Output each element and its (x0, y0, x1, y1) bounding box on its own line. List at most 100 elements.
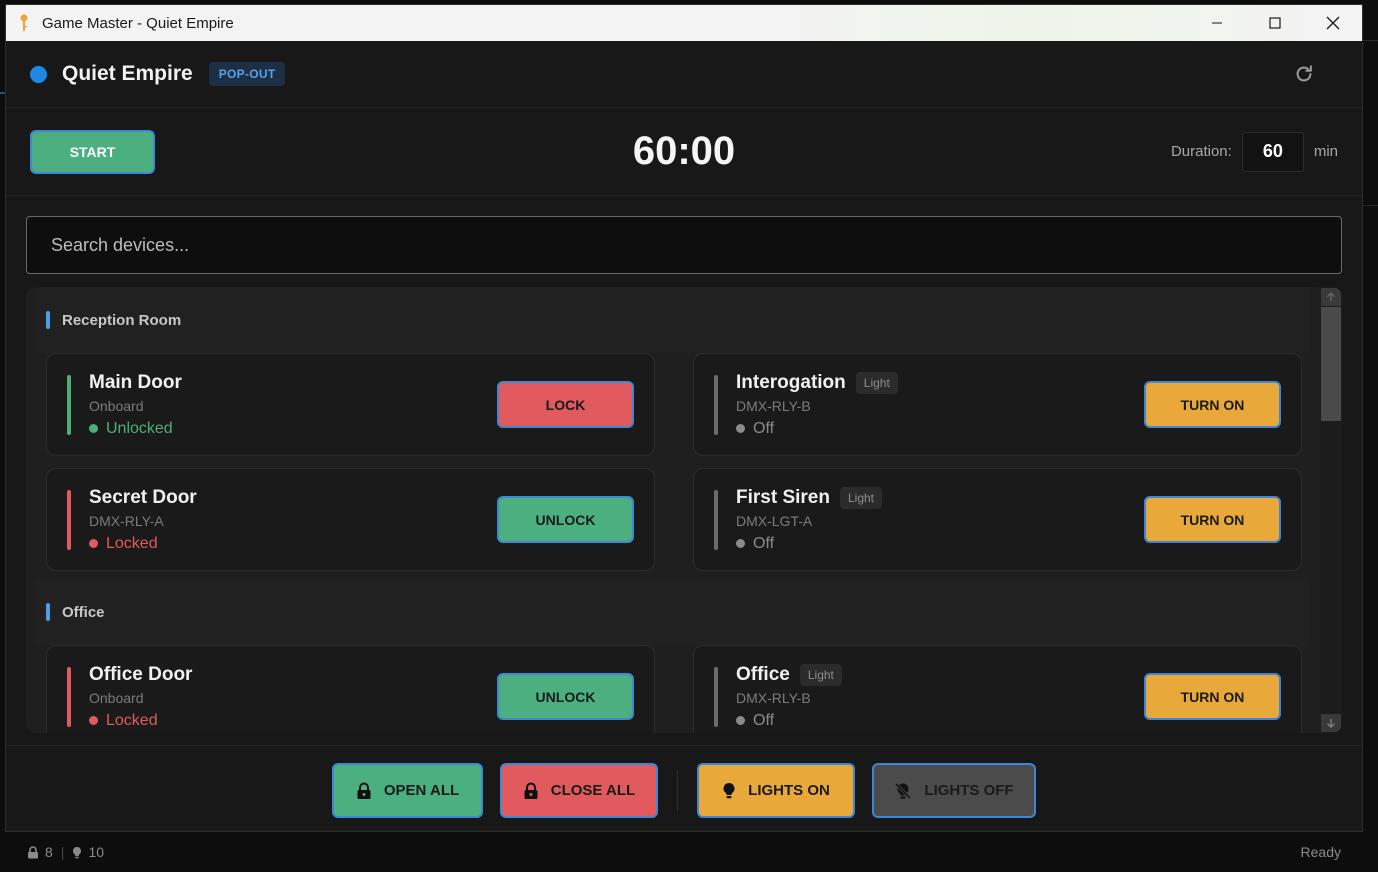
device-name: Main Door (89, 371, 182, 393)
duration-unit: min (1313, 143, 1338, 160)
refresh-button[interactable] (1292, 62, 1316, 86)
device-name: Secret Door (89, 486, 197, 508)
device-card-first-siren: First Siren Light DMX-LGT-A Off TURN ON (693, 468, 1302, 571)
lights-on-label: LIGHTS ON (748, 782, 830, 799)
status-accent (67, 374, 71, 435)
lightbulb-off-icon (895, 782, 912, 799)
device-name: Office (736, 663, 790, 685)
close-icon (1326, 16, 1340, 30)
status-dot (89, 539, 98, 548)
arrow-down-icon (1327, 719, 1335, 728)
device-source: DMX-LGT-A (736, 512, 813, 529)
device-name: Office Door (89, 663, 193, 685)
status-dot (736, 539, 745, 548)
unlock-button[interactable]: UNLOCK (497, 496, 634, 543)
duration-label: Duration: (1170, 143, 1232, 160)
key-icon (6, 14, 42, 32)
device-card-office-light: Office Light DMX-RLY-B Off TURN ON (693, 645, 1302, 733)
timer-bar: START 60:00 Duration: min (6, 108, 1362, 196)
device-status: Locked (89, 535, 497, 553)
duration-input[interactable] (1241, 131, 1304, 172)
status-text: Ready (1300, 844, 1341, 860)
turn-on-button[interactable]: TURN ON (1144, 673, 1281, 720)
status-accent (714, 489, 718, 550)
status-divider: | (60, 844, 65, 860)
device-card-main-door: Main Door Onboard Unlocked LOCK (46, 353, 655, 456)
arrow-up-icon (1327, 292, 1335, 301)
section-accent (46, 603, 50, 621)
device-card-secret-door: Secret Door DMX-RLY-A Locked UNLOCK (46, 468, 655, 571)
room-title: Quiet Empire (62, 62, 193, 85)
duration-control: Duration: min (1170, 131, 1338, 172)
lock-icon (28, 845, 38, 858)
maximize-icon (1269, 17, 1281, 29)
section-header-office: Office (36, 579, 1310, 645)
status-dot (89, 424, 98, 433)
turn-on-button[interactable]: TURN ON (1144, 381, 1281, 428)
section-title: Office (62, 603, 105, 621)
background-line (1363, 40, 1378, 41)
unlock-button[interactable]: UNLOCK (497, 673, 634, 720)
connection-status-dot (30, 65, 47, 83)
device-source: DMX-RLY-B (736, 689, 811, 706)
turn-on-button[interactable]: TURN ON (1144, 496, 1281, 543)
light-count: 10 (88, 844, 105, 860)
search-input[interactable] (26, 216, 1342, 274)
type-badge: Light (839, 486, 883, 509)
status-bar: 8 | 10 Ready (5, 836, 1363, 868)
minimize-button[interactable] (1188, 5, 1246, 41)
lightbulb-icon (723, 782, 735, 798)
background-line (1363, 205, 1378, 206)
lock-icon (524, 782, 538, 799)
type-badge: Light (799, 663, 842, 686)
device-source: Onboard (89, 397, 144, 414)
device-card-interogation: Interogation Light DMX-RLY-B Off TURN ON (693, 353, 1302, 456)
lights-off-label: LIGHTS OFF (924, 782, 1014, 799)
section-title: Reception Room (62, 311, 182, 329)
minimize-icon (1212, 22, 1222, 24)
close-all-label: CLOSE ALL (550, 782, 636, 799)
device-status: Off (736, 420, 1144, 438)
action-separator (677, 770, 678, 811)
device-source: Onboard (89, 689, 144, 706)
window-title: Game Master - Quiet Empire (42, 14, 234, 32)
device-list: Reception Room Main Door Onboard Unlocke… (26, 287, 1342, 733)
close-all-button[interactable]: CLOSE ALL (500, 763, 658, 818)
title-bar[interactable]: Game Master - Quiet Empire (6, 5, 1362, 41)
scroll-down-button[interactable] (1321, 714, 1341, 732)
scroll-up-button[interactable] (1321, 288, 1341, 306)
status-dot (736, 424, 745, 433)
device-name: Interogation (736, 371, 846, 393)
device-source: DMX-RLY-B (736, 397, 811, 414)
section-accent (46, 311, 50, 329)
status-accent (67, 489, 71, 550)
lights-on-button[interactable]: LIGHTS ON (697, 763, 855, 818)
lights-off-button[interactable]: LIGHTS OFF (872, 763, 1036, 818)
app-window: Game Master - Quiet Empire Quiet Empire … (5, 4, 1363, 832)
maximize-button[interactable] (1246, 5, 1304, 41)
countdown-timer: 60:00 (632, 129, 736, 173)
lock-icon (357, 782, 371, 799)
lock-count: 8 (45, 844, 53, 860)
open-all-label: OPEN ALL (383, 782, 460, 799)
status-dot (89, 716, 98, 725)
type-badge: Light (855, 371, 898, 394)
status-accent (714, 666, 718, 727)
device-status: Off (736, 535, 1144, 553)
lock-button[interactable]: LOCK (497, 381, 634, 428)
room-header: Quiet Empire POP-OUT (6, 41, 1362, 108)
bulk-action-bar: OPEN ALL CLOSE ALL LIGHTS ON LIGHTS OFF (6, 745, 1362, 831)
scroll-thumb[interactable] (1321, 307, 1341, 421)
open-all-button[interactable]: OPEN ALL (332, 763, 483, 818)
device-status: Off (736, 712, 1144, 730)
close-button[interactable] (1304, 5, 1362, 41)
device-source: DMX-RLY-A (89, 512, 164, 529)
device-status: Unlocked (89, 420, 497, 438)
device-status: Locked (89, 712, 497, 730)
start-button[interactable]: START (30, 129, 155, 174)
device-list-scrollbar[interactable] (1320, 287, 1342, 733)
refresh-icon (1296, 65, 1312, 82)
device-card-office-door: Office Door Onboard Locked UNLOCK (46, 645, 655, 733)
status-accent (67, 666, 71, 727)
popout-badge: POP-OUT (208, 62, 286, 86)
